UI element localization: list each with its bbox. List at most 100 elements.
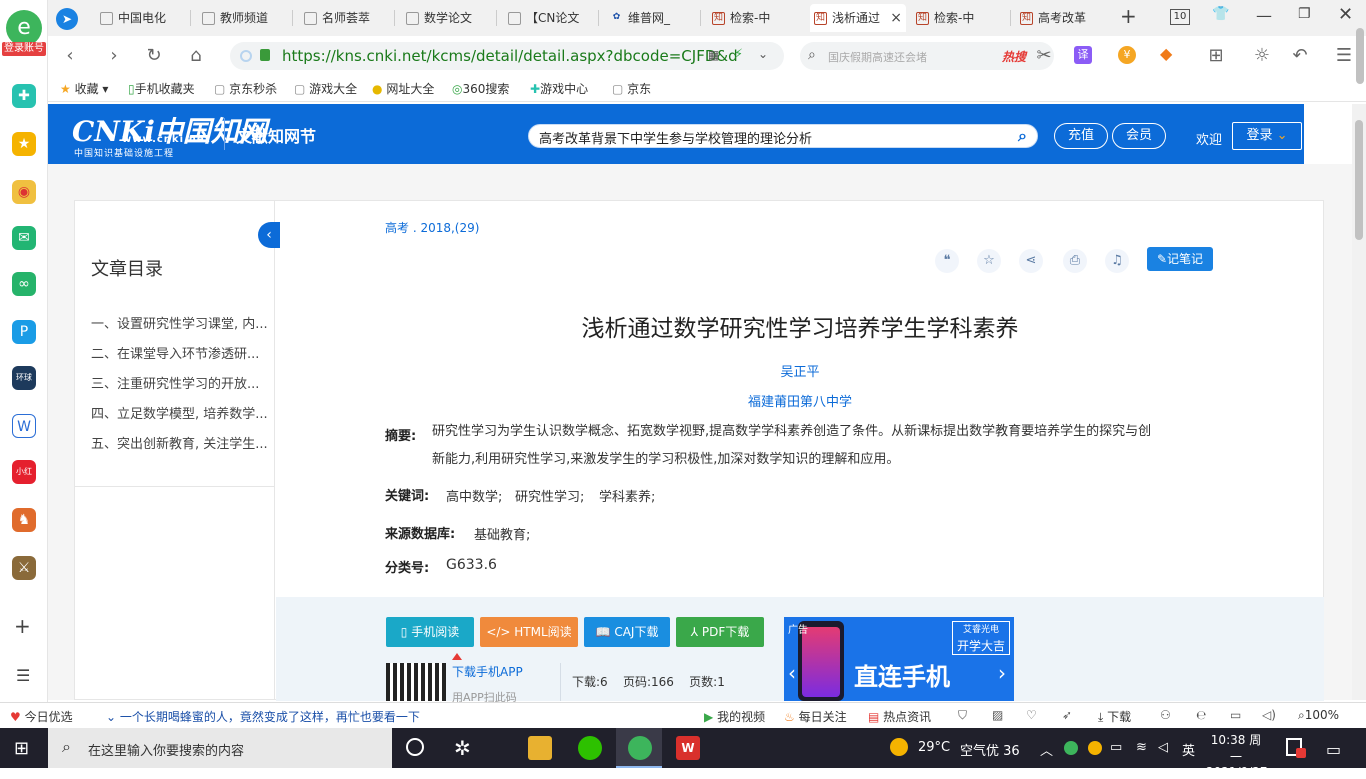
weather-sun-icon[interactable] xyxy=(890,738,908,756)
login-button[interactable]: 登录 ⌄ xyxy=(1232,122,1302,150)
tab-item[interactable]: 教师频道 xyxy=(198,4,292,32)
volume-icon[interactable]: ◁) xyxy=(1262,708,1276,722)
tab-item[interactable]: 知高考改革 xyxy=(1016,4,1110,32)
hot-news[interactable]: ▤ 热点资讯 xyxy=(868,708,931,725)
recharge-button[interactable]: 充值 xyxy=(1054,123,1108,149)
take-note-button[interactable]: ✎记笔记 xyxy=(1147,247,1213,271)
caj-download-button[interactable]: 📖 CAJ下载 xyxy=(584,617,670,647)
brightness-icon[interactable]: ☼ xyxy=(1250,44,1274,68)
search-box[interactable]: ⌕ 国庆假期高速还会堵 热搜 xyxy=(800,42,1054,70)
author-organization[interactable]: 福建莆田第八中学 xyxy=(275,391,1325,410)
keyword-link[interactable]: 高中数学; xyxy=(446,486,502,505)
xiaohongshu-icon[interactable]: 小红 xyxy=(12,460,36,484)
collapse-outline-icon[interactable]: ‹ xyxy=(258,222,280,248)
menu-list-icon[interactable]: ☰ xyxy=(16,666,30,685)
pdf-download-button[interactable]: ⅄ PDF下载 xyxy=(676,617,764,647)
qr-code-icon[interactable]: ▦ xyxy=(708,48,719,62)
shield-icon[interactable]: ⛉ xyxy=(958,708,967,723)
today-picks[interactable]: ♥ 今日优选 xyxy=(10,708,73,725)
health-icon[interactable]: ♡ xyxy=(1026,708,1037,722)
html-read-button[interactable]: </> HTML阅读 xyxy=(480,617,578,647)
download-app-link[interactable]: 下载手机APP xyxy=(452,663,523,680)
zoom-level[interactable]: ⌕100% xyxy=(1298,708,1339,723)
refresh-icon[interactable]: ↻ xyxy=(142,44,166,68)
back-icon[interactable]: ‹ xyxy=(58,44,82,68)
favorite-star-icon[interactable]: ☆ xyxy=(977,249,1001,273)
coin-icon[interactable]: ¥ xyxy=(1118,46,1136,64)
minimize-icon[interactable]: — xyxy=(1256,6,1272,25)
news-ticker[interactable]: ⌄ 一个长期喝蜂蜜的人，竟然变成了这样，再忙也要看一下 xyxy=(106,708,446,725)
site-info-icon[interactable] xyxy=(240,50,252,62)
outline-item[interactable]: 一、设置研究性学习课堂, 内... xyxy=(91,313,271,332)
link-app-icon[interactable]: ∞ xyxy=(12,272,36,296)
undo-icon[interactable]: ↶ xyxy=(1288,44,1312,68)
mail-icon[interactable]: ✉ xyxy=(12,226,36,250)
browser-logo-icon[interactable]: e xyxy=(6,10,42,46)
mobile-read-button[interactable]: ▯ 手机阅读 xyxy=(386,617,474,647)
ad-next-icon[interactable]: › xyxy=(998,661,1006,685)
chevron-down-icon[interactable]: ⌄ xyxy=(758,47,768,61)
tab-item[interactable]: 数学论文 xyxy=(402,4,496,32)
apps-grid-icon[interactable]: ⊞ xyxy=(1204,44,1228,68)
menu-icon[interactable]: ☰ xyxy=(1332,44,1356,68)
bookmark-item[interactable]: ▢ 京东秒杀 xyxy=(214,80,277,98)
wps-icon[interactable]: W xyxy=(676,736,700,760)
plus-app-icon[interactable]: ✚ xyxy=(12,84,36,108)
my-videos[interactable]: ▶ 我的视频 xyxy=(704,708,765,725)
bookmark-item[interactable]: ✚游戏中心 xyxy=(530,80,588,98)
lightning-icon[interactable]: ⚡ xyxy=(734,47,743,62)
bookmark-favorites[interactable]: ★ 收藏 ▾ xyxy=(60,80,108,98)
rocket-icon[interactable]: ➶ xyxy=(1062,708,1072,722)
speaker-icon[interactable]: ◁ xyxy=(1158,740,1168,755)
bookmark-item[interactable]: ◎360搜索 xyxy=(452,80,509,98)
ip-app-icon[interactable]: P xyxy=(12,320,36,344)
ie-mode-icon[interactable]: ℮ xyxy=(1196,708,1206,722)
tray-360-icon[interactable] xyxy=(1064,741,1078,755)
ime-indicator[interactable]: 英 xyxy=(1182,740,1195,759)
print-icon[interactable]: ⎙ xyxy=(1063,249,1087,273)
address-bar[interactable]: https://kns.cnki.net/kcms/detail/detail.… xyxy=(230,42,784,70)
cnki-search-input[interactable]: 高考改革背景下中学生参与学校管理的理论分析 ⌕ xyxy=(528,124,1038,148)
home-icon[interactable]: ⌂ xyxy=(184,44,208,68)
game-controller-icon[interactable]: ◆ xyxy=(1160,44,1172,63)
close-window-icon[interactable]: ✕ xyxy=(1338,4,1353,25)
daily-focus[interactable]: ♨ 每日关注 xyxy=(784,708,847,725)
weibo-icon[interactable]: ◉ xyxy=(12,180,36,204)
tray-expand-icon[interactable]: ︿ xyxy=(1040,740,1053,759)
bookmark-item[interactable]: ▢ 京东 xyxy=(612,80,651,98)
login-account-button[interactable]: 登录账号 xyxy=(2,42,46,56)
outline-item[interactable]: 三、注重研究性学习的开放... xyxy=(91,373,271,392)
article-author[interactable]: 吴正平 xyxy=(275,361,1325,380)
outline-item[interactable]: 五、突出创新教育, 关注学生... xyxy=(91,433,271,452)
source-issue[interactable]: 高考 . 2018,(29) xyxy=(385,219,479,236)
window-icon[interactable]: ▭ xyxy=(1230,708,1241,722)
add-app-icon[interactable]: + xyxy=(14,614,31,638)
tab-item[interactable]: 名师荟萃 xyxy=(300,4,394,32)
tab-item[interactable]: 知检索-中 xyxy=(708,4,804,32)
navigation-icon[interactable]: ➤ xyxy=(56,8,78,30)
cortana-icon[interactable] xyxy=(406,738,424,756)
restore-icon[interactable]: ❐ xyxy=(1298,6,1311,22)
bookmark-item[interactable]: ▢ 游戏大全 xyxy=(294,80,362,98)
page-scroll-thumb[interactable] xyxy=(1355,120,1363,240)
forward-icon[interactable]: › xyxy=(102,44,126,68)
ad-prev-icon[interactable]: ‹ xyxy=(788,661,796,685)
image-icon[interactable]: ▨ xyxy=(992,708,1003,722)
wifi-icon[interactable]: ≋ xyxy=(1136,740,1147,755)
global-net-icon[interactable]: 环球 xyxy=(12,366,36,390)
battery-icon[interactable]: ▭ xyxy=(1110,740,1122,755)
extensions-icon[interactable]: ⚇ xyxy=(1160,708,1171,722)
tab-item[interactable]: 中国电化 xyxy=(96,4,186,32)
section-title[interactable]: 文献知网节 xyxy=(236,123,316,147)
game2-icon[interactable]: ⚔ xyxy=(12,556,36,580)
skin-icon[interactable]: 👕 xyxy=(1212,6,1229,22)
bookmark-item[interactable]: ● 网址大全 xyxy=(372,80,434,98)
air-quality[interactable]: 空气优 36 xyxy=(960,740,1020,759)
windows-start-icon[interactable]: ⊞ xyxy=(14,738,29,759)
outline-item[interactable]: 四、立足数学模型, 培养数学... xyxy=(91,403,271,422)
file-explorer-icon[interactable] xyxy=(528,736,552,760)
clock[interactable]: 10:38 周一 2021/9/27 xyxy=(1206,731,1268,779)
new-tab-icon[interactable]: + xyxy=(1120,4,1137,28)
bell-icon[interactable]: ♫ xyxy=(1105,249,1129,273)
word-doc-icon[interactable]: W xyxy=(12,414,36,438)
